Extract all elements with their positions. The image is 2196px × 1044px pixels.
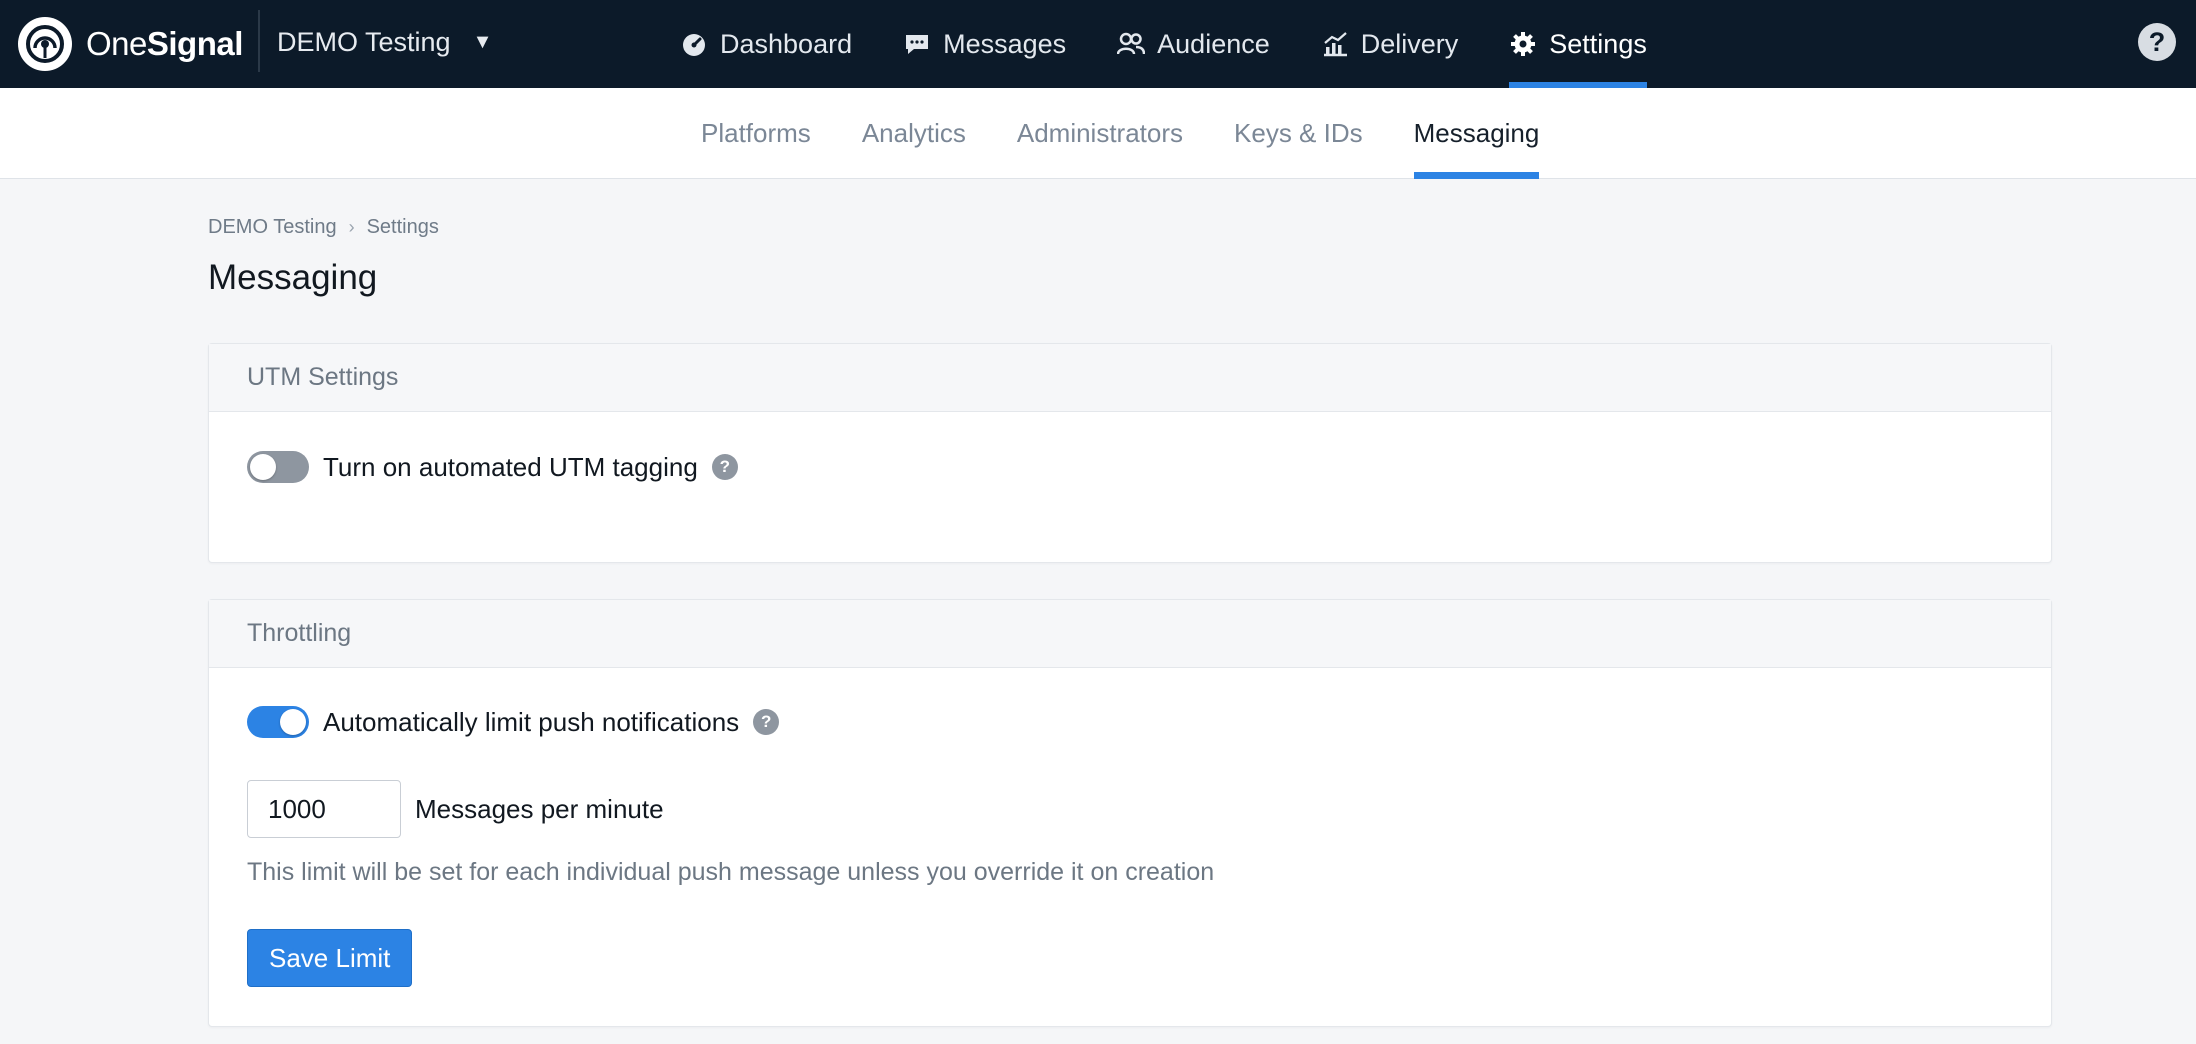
help-icon[interactable]: ? [753, 709, 780, 735]
chevron-right-icon: › [348, 217, 355, 237]
brand-name: OneSignal [86, 25, 243, 63]
utm-settings-card: UTM Settings Turn on automated UTM taggi… [208, 343, 2052, 563]
nav-item-delivery[interactable]: Delivery [1321, 0, 1459, 88]
nav-item-audience[interactable]: Audience [1117, 0, 1270, 88]
nav-item-label: Settings [1549, 28, 1647, 59]
brand[interactable]: OneSignal [18, 17, 243, 71]
limit-row: Messages per minute [247, 780, 664, 838]
breadcrumb-settings[interactable]: Settings [367, 216, 439, 239]
users-icon [1117, 30, 1146, 58]
sub-nav-items: Platforms Analytics Administrators Keys … [701, 88, 1590, 179]
top-nav: OneSignal DEMO Testing ▼ Dashboard Messa… [0, 0, 2196, 88]
limit-unit-label: Messages per minute [415, 793, 664, 824]
help-icon[interactable]: ? [711, 454, 738, 480]
throttling-card: Throttling Automatically limit push noti… [208, 599, 2052, 1027]
onesignal-logo-icon [18, 17, 72, 71]
utm-toggle-label: Turn on automated UTM tagging [323, 451, 698, 482]
nav-item-label: Messages [943, 28, 1067, 59]
app-switcher[interactable]: DEMO Testing ▼ [277, 22, 492, 62]
throttle-toggle-row: Automatically limit push notifications ? [247, 706, 780, 738]
tab-messaging[interactable]: Messaging [1413, 88, 1539, 179]
gauge-icon [680, 30, 708, 58]
tab-analytics[interactable]: Analytics [862, 88, 966, 179]
tab-administrators[interactable]: Administrators [1017, 88, 1183, 179]
save-limit-button[interactable]: Save Limit [247, 929, 413, 987]
toggle-knob [280, 709, 306, 735]
nav-item-label: Audience [1157, 28, 1270, 59]
card-title: UTM Settings [209, 344, 2051, 412]
nav-divider [258, 10, 260, 72]
tab-platforms[interactable]: Platforms [701, 88, 811, 179]
help-icon[interactable]: ? [2138, 23, 2176, 61]
brand-name-part2: Signal [146, 25, 244, 62]
messages-per-minute-input[interactable] [247, 780, 401, 838]
breadcrumb: DEMO Testing › Settings [208, 216, 439, 239]
nav-item-messages[interactable]: Messages [903, 0, 1066, 88]
app-switcher-label: DEMO Testing [277, 26, 451, 57]
chart-icon [1321, 30, 1349, 58]
nav-item-settings[interactable]: Settings [1509, 0, 1647, 88]
card-title: Throttling [209, 600, 2051, 668]
limit-help-text: This limit will be set for each individu… [247, 858, 1215, 886]
chat-bubble-icon [903, 30, 931, 58]
caret-down-icon: ▼ [472, 30, 493, 53]
toggle-knob [250, 454, 276, 480]
utm-toggle-row: Turn on automated UTM tagging ? [247, 451, 738, 483]
nav-item-dashboard[interactable]: Dashboard [680, 0, 852, 88]
tab-keys-ids[interactable]: Keys & IDs [1234, 88, 1363, 179]
brand-name-part1: One [86, 25, 147, 62]
limit-push-toggle[interactable] [247, 706, 309, 738]
utm-tagging-toggle[interactable] [247, 451, 309, 483]
main-nav: Dashboard Messages Audience Delivery Set… [680, 0, 1698, 88]
gear-icon [1509, 30, 1537, 58]
nav-item-label: Dashboard [720, 28, 853, 59]
throttle-toggle-label: Automatically limit push notifications [323, 706, 740, 737]
settings-sub-nav: Platforms Analytics Administrators Keys … [0, 88, 2196, 179]
breadcrumb-app[interactable]: DEMO Testing [208, 216, 337, 239]
nav-item-label: Delivery [1360, 28, 1459, 59]
page-title: Messaging [208, 258, 378, 297]
